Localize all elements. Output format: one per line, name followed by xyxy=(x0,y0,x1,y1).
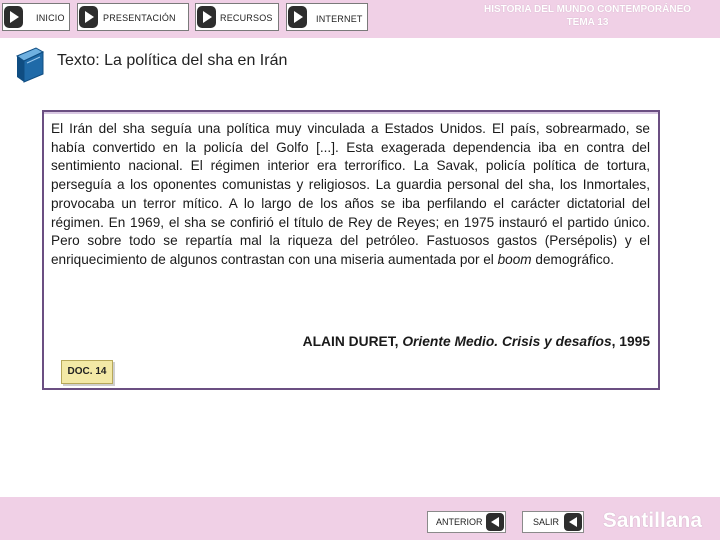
previous-label: ANTERIOR xyxy=(436,517,483,527)
citation-title: Oriente Medio. Crisis y desafíos xyxy=(402,334,612,349)
nav-label: INTERNET xyxy=(316,14,363,24)
citation-author: ALAIN DURET, xyxy=(302,334,399,349)
nav-label: RECURSOS xyxy=(220,13,273,23)
nav-button-presentacion[interactable]: PRESENTACIÓN xyxy=(77,3,189,31)
document-text-end: demográfico. xyxy=(531,251,614,267)
nav-label: INICIO xyxy=(36,13,65,23)
document-text: El Irán del sha seguía una política muy … xyxy=(51,120,650,270)
previous-button[interactable]: ANTERIOR xyxy=(427,511,506,533)
play-icon xyxy=(4,6,23,28)
nav-button-recursos[interactable]: RECURSOS xyxy=(195,3,279,31)
exit-label: SALIR xyxy=(533,517,560,527)
nav-button-internet[interactable]: INTERNET xyxy=(286,3,368,31)
document-label: DOC. 14 xyxy=(61,360,113,384)
brand-logo: Santillana xyxy=(602,509,702,532)
citation: ALAIN DURET, Oriente Medio. Crisis y des… xyxy=(303,334,650,349)
play-icon xyxy=(288,6,307,28)
course-title-line2: TEMA 13 xyxy=(566,17,609,28)
citation-year: , 1995 xyxy=(611,334,650,349)
course-title: HISTORIA DEL MUNDO CONTEMPORÁNEO TEMA 13 xyxy=(455,3,720,29)
exit-button[interactable]: SALIR xyxy=(522,511,584,533)
nav-label: PRESENTACIÓN xyxy=(103,13,176,23)
play-icon xyxy=(79,6,98,28)
arrow-left-icon xyxy=(486,513,504,531)
document-frame: El Irán del sha seguía una política muy … xyxy=(42,110,660,390)
course-title-line1: HISTORIA DEL MUNDO CONTEMPORÁNEO xyxy=(483,4,692,15)
play-icon xyxy=(197,6,216,28)
book-icon xyxy=(15,47,45,83)
document-text-italic: boom xyxy=(497,251,532,267)
document-text-main: El Irán del sha seguía una política muy … xyxy=(51,121,650,267)
nav-button-inicio[interactable]: INICIO xyxy=(2,3,70,31)
arrow-left-icon xyxy=(564,513,582,531)
page-title: Texto: La política del sha en Irán xyxy=(57,52,288,69)
